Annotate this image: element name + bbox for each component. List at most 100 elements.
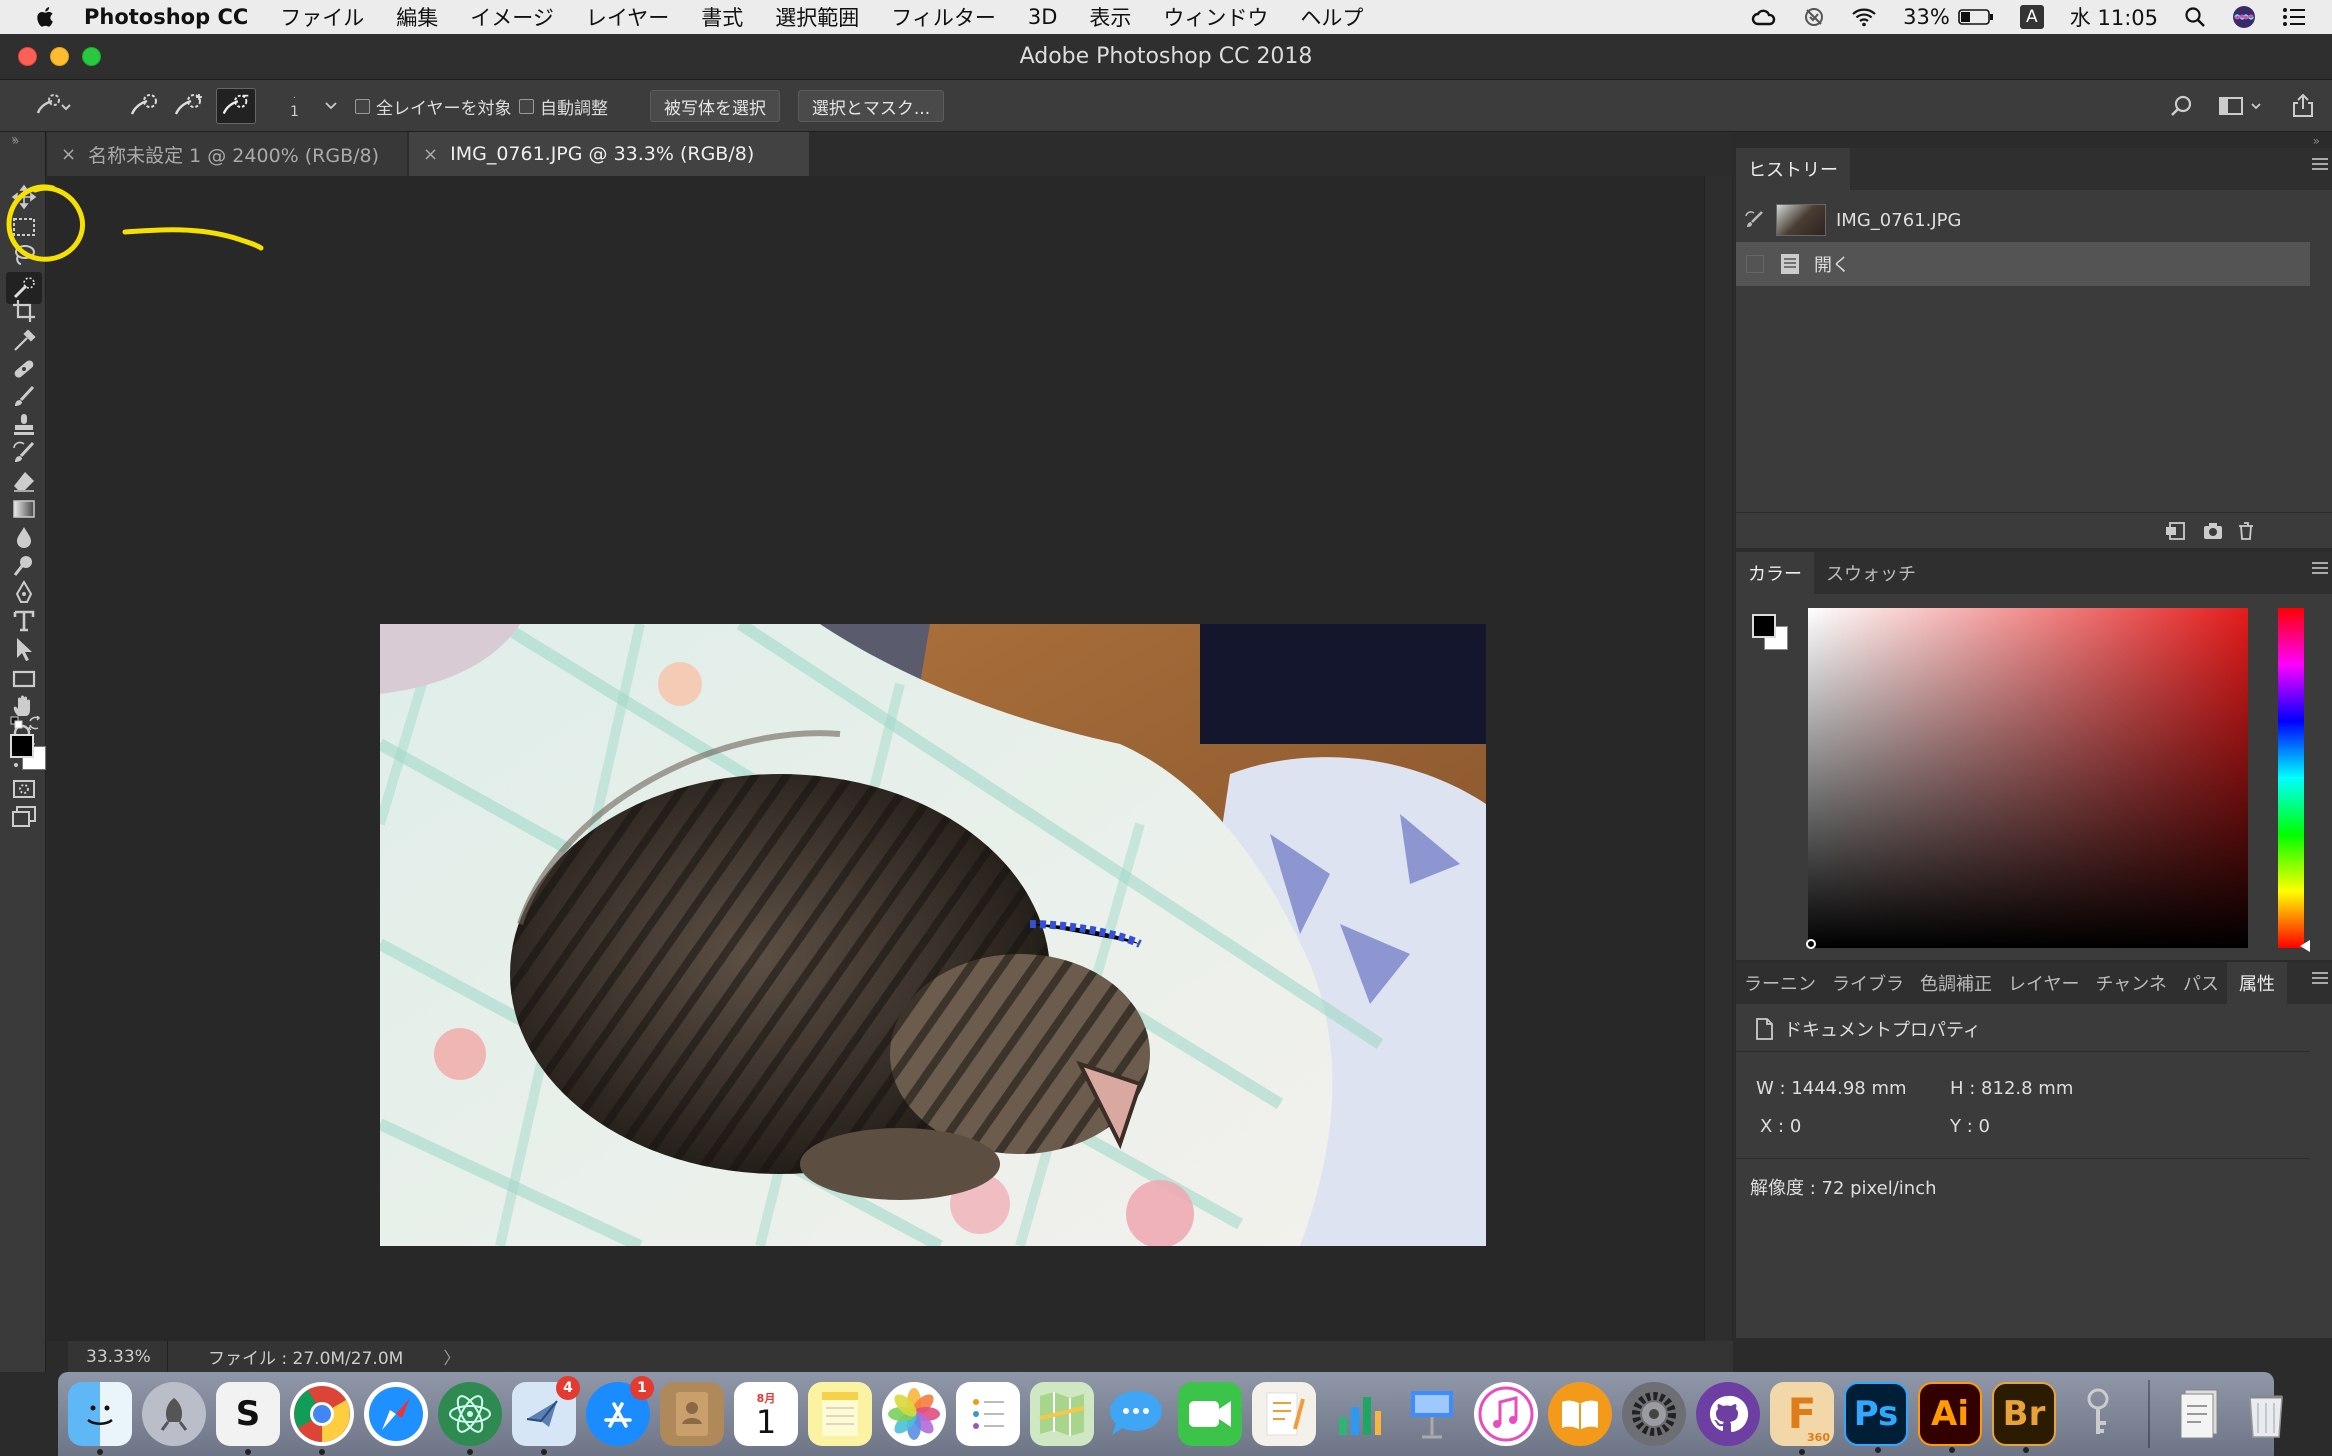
input-method-indicator[interactable]: A [2019,5,2044,29]
finder-icon[interactable] [68,1382,132,1455]
tab-swatches[interactable]: スウォッチ [1814,552,1928,594]
panel-menu-icon[interactable] [2312,158,2328,174]
tab-untitled-document[interactable]: × 名称未設定 1 @ 2400% (RGB/8) [47,132,407,176]
path-selection-tool[interactable] [11,636,37,662]
hue-slider-handle[interactable] [2300,940,2310,952]
tab-channels[interactable]: チャンネ [2087,962,2174,1004]
pages-icon[interactable] [1252,1382,1316,1446]
menu-app-name[interactable]: Photoshop CC [84,5,248,29]
menu-filter[interactable]: フィルター [891,2,996,32]
menu-help[interactable]: ヘルプ [1300,2,1363,32]
gradient-tool[interactable] [11,496,37,522]
auto-enhance-checkbox[interactable] [519,98,534,114]
tab-libraries[interactable]: ライブラ [1824,962,1912,1004]
tab-learn[interactable]: ラーニン [1736,962,1824,1004]
maps-icon[interactable] [1030,1382,1094,1446]
calendar-icon[interactable]: 8月 1 [734,1382,798,1446]
history-snapshot-row[interactable]: IMG_0761.JPG [1736,198,2310,242]
history-brush-tool[interactable] [11,440,37,466]
cat-photo[interactable] [380,624,1486,1246]
brush-size-dropdown[interactable] [324,80,338,132]
workspace-switcher[interactable] [2218,80,2266,132]
crop-tool[interactable] [11,298,37,324]
eraser-tool[interactable] [11,468,37,494]
status-menu-arrow-icon[interactable]: 〉 [443,1344,460,1369]
tab-adjustments[interactable]: 色調補正 [1912,962,2000,1004]
panel-menu-icon[interactable] [2312,972,2328,988]
menubar-clock[interactable]: 水 11:05 [2070,2,2158,32]
spotlight-search-icon[interactable] [2184,6,2206,28]
documents-stack-icon[interactable] [2168,1382,2232,1446]
width-value[interactable]: W : 1444.98 mm [1756,1078,1907,1099]
document-canvas[interactable] [6,176,1733,1341]
quick-mask-button[interactable] [11,776,37,802]
trash-icon[interactable] [2236,521,2256,541]
subtract-from-selection-button[interactable] [216,88,256,124]
github-desktop-icon[interactable] [1696,1382,1760,1446]
chrome-icon[interactable] [290,1382,354,1455]
hue-slider[interactable] [2278,608,2304,948]
notes-icon[interactable] [808,1382,872,1446]
tabs-overflow-icon[interactable]: » [11,132,18,146]
menu-edit[interactable]: 編集 [396,2,438,32]
select-subject-button[interactable]: 被写体を選択 [650,90,780,122]
tab-layers[interactable]: レイヤー [2000,962,2087,1004]
close-tab-icon[interactable]: × [423,144,438,165]
reminders-icon[interactable] [956,1382,1020,1446]
scrivener-icon[interactable]: S [216,1382,280,1455]
type-tool[interactable] [11,608,37,634]
battery-icon[interactable] [1957,8,1994,26]
history-state-checkbox[interactable] [1746,255,1764,273]
apple-icon[interactable] [34,5,58,29]
bridge-icon[interactable]: Br [1992,1382,2056,1453]
facetime-icon[interactable] [1178,1382,1242,1446]
share-button[interactable] [2290,80,2316,132]
camera-icon[interactable] [2202,521,2224,541]
auto-enhance-option[interactable]: 自動調整 [519,80,608,132]
height-value[interactable]: H : 812.8 mm [1950,1078,2073,1099]
keychain-access-icon[interactable] [2066,1382,2130,1446]
menu-select[interactable]: 選択範囲 [775,2,859,32]
itunes-icon[interactable] [1474,1382,1538,1446]
numbers-icon[interactable] [1326,1382,1390,1446]
wifi-icon[interactable] [1851,7,1877,27]
x-value[interactable]: X : 0 [1760,1116,1801,1137]
sync-status-icon[interactable] [1803,6,1825,28]
app-store-icon[interactable]: 1 [586,1376,654,1446]
notification-center-icon[interactable] [2282,7,2306,27]
menu-3d[interactable]: 3D [1028,5,1058,29]
expand-panels-icon[interactable]: » [2313,134,2320,148]
menu-view[interactable]: 表示 [1089,2,1131,32]
atom-icon[interactable] [438,1382,502,1455]
siri-icon[interactable] [2232,5,2256,29]
tab-properties[interactable]: 属性 [2226,962,2287,1004]
close-tab-icon[interactable]: × [61,144,76,165]
tab-paths[interactable]: パス [2175,962,2227,1004]
clone-stamp-tool[interactable] [11,412,37,438]
swap-colors-icon[interactable] [28,716,42,730]
foreground-color-swatch[interactable] [10,734,34,758]
ibooks-icon[interactable] [1548,1382,1612,1446]
keynote-icon[interactable] [1400,1382,1464,1446]
launchpad-icon[interactable] [142,1382,206,1446]
photoshop-icon[interactable]: Ps [1844,1382,1908,1453]
messages-icon[interactable] [1104,1382,1168,1446]
tab-color[interactable]: カラー [1736,552,1814,594]
color-panel-foreground-swatch[interactable] [1752,614,1776,638]
pen-tool[interactable] [11,580,37,606]
canvas-vertical-scrollbar[interactable] [1704,176,1732,1341]
menu-type[interactable]: 書式 [701,2,743,32]
panel-menu-icon[interactable] [2312,562,2328,578]
add-to-selection-button[interactable] [172,80,206,132]
screen-mode-button[interactable] [11,804,37,830]
illustrator-icon[interactable]: Ai [1918,1382,1982,1453]
menu-image[interactable]: イメージ [470,2,554,32]
sample-all-layers-checkbox[interactable] [355,98,370,114]
reset-colors-icon[interactable] [10,716,24,730]
rectangle-tool[interactable] [11,666,37,692]
trash-icon[interactable] [2234,1382,2298,1446]
history-brush-source-icon[interactable] [1744,209,1766,231]
brush-tool[interactable] [11,384,37,410]
color-field-cursor[interactable] [1806,939,1816,949]
fusion-360-icon[interactable]: F 360 [1770,1382,1834,1455]
